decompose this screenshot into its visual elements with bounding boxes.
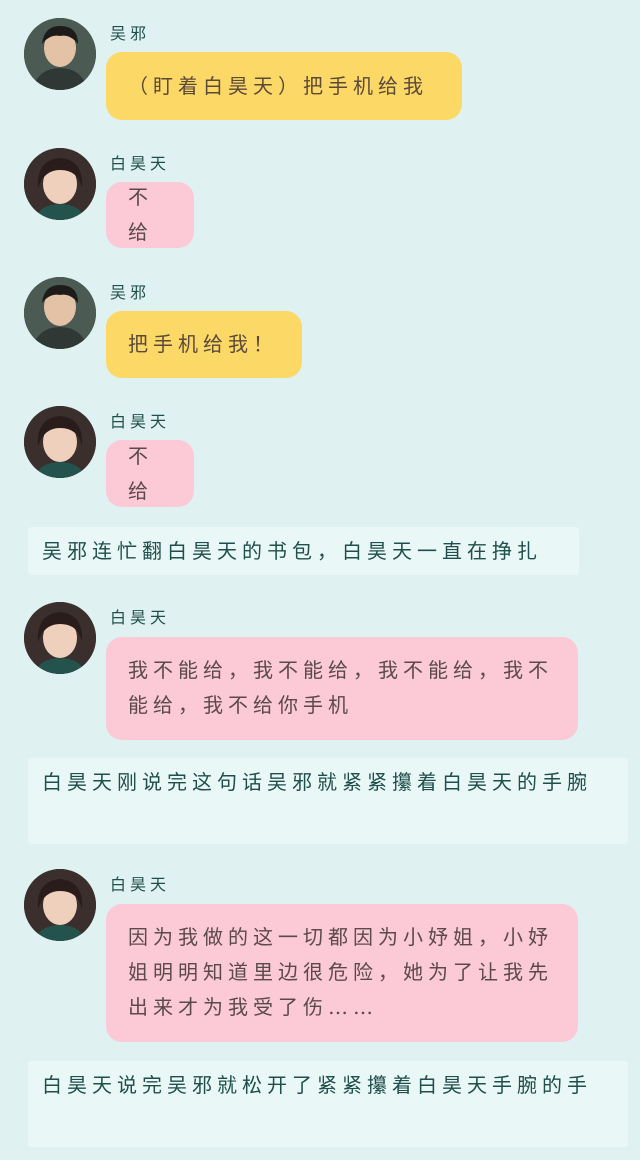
avatar-baihaotian	[24, 602, 96, 674]
speaker-name: 白昊天	[110, 608, 171, 627]
avatar-baihaotian	[24, 406, 96, 478]
narration-text: 白昊天刚说完这句话吴邪就紧紧攥着白昊天的手腕	[28, 758, 628, 844]
speaker-name: 吴邪	[110, 24, 151, 43]
message-bubble: 把手机给我！	[106, 311, 302, 378]
message-bubble: （盯着白昊天）把手机给我	[106, 52, 462, 120]
message-bubble: 不给	[106, 440, 194, 507]
avatar-baihaotian	[24, 148, 96, 220]
avatar-wuxie	[24, 18, 96, 90]
message-bubble: 我不能给，我不能给，我不能给，我不能给，我不给你手机	[106, 637, 578, 740]
message-bubble: 因为我做的这一切都因为小妤姐，小妤姐明明知道里边很危险，她为了让我先出来才为我受…	[106, 904, 578, 1042]
speaker-name: 吴邪	[110, 283, 151, 302]
speaker-name: 白昊天	[110, 154, 171, 173]
message-bubble: 不给	[106, 182, 194, 248]
speaker-name: 白昊天	[110, 412, 171, 431]
narration-text: 吴邪连忙翻白昊天的书包，白昊天一直在挣扎	[28, 527, 579, 575]
narration-text: 白昊天说完吴邪就松开了紧紧攥着白昊天手腕的手	[28, 1061, 628, 1147]
speaker-name: 白昊天	[110, 875, 171, 894]
avatar-baihaotian	[24, 869, 96, 941]
avatar-wuxie	[24, 277, 96, 349]
